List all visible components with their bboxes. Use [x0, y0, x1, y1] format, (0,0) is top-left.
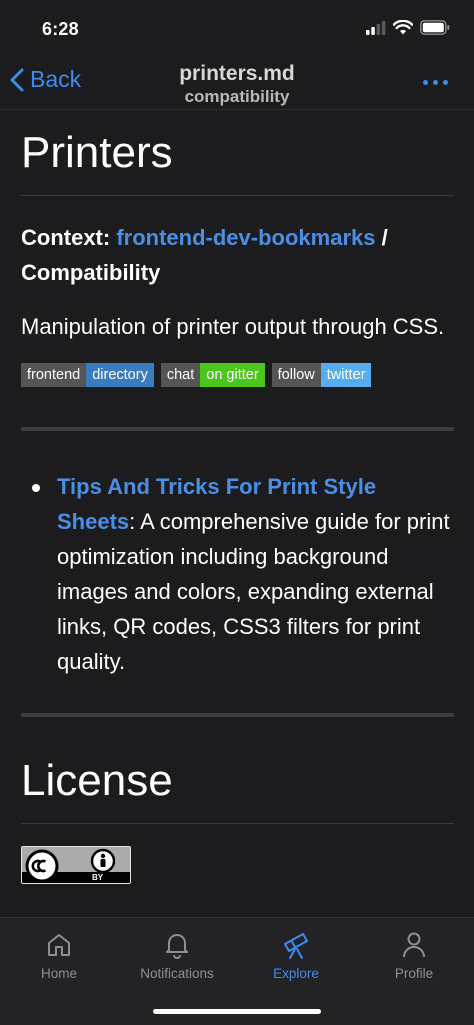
- nav-title-sub: compatibility: [184, 87, 290, 106]
- tab-profile[interactable]: Profile: [355, 928, 473, 981]
- badge-chat-gitter[interactable]: chat on gitter: [160, 363, 265, 387]
- nav-title-main: printers.md: [179, 62, 295, 85]
- description: Manipulation of printer output through C…: [21, 314, 445, 339]
- tab-notifications-label: Notifications: [140, 966, 214, 981]
- more-dot-icon: [423, 80, 428, 85]
- badge-right-label: on gitter: [200, 363, 265, 387]
- status-bar: 6:28: [0, 0, 474, 56]
- tab-explore-label: Explore: [273, 966, 319, 981]
- tab-home[interactable]: Home: [0, 928, 118, 981]
- context-link[interactable]: frontend-dev-bookmarks: [116, 225, 375, 250]
- nav-title: printers.md compatibility: [0, 61, 474, 107]
- home-icon: [48, 934, 70, 956]
- list-item: Tips And Tricks For Print Style Sheets: …: [32, 469, 454, 679]
- bookmark-list: Tips And Tricks For Print Style Sheets: …: [21, 469, 454, 679]
- badge-left-label: chat: [160, 363, 201, 387]
- wifi-icon: [393, 20, 413, 35]
- badge-frontend-directory[interactable]: frontend directory: [21, 363, 154, 387]
- bullet-icon: [32, 484, 40, 492]
- bell-icon: [166, 934, 188, 959]
- page-heading: Printers: [21, 129, 454, 196]
- badge-right-label: directory: [86, 363, 154, 387]
- cc-badge-label: BY: [92, 873, 104, 882]
- badge-left-label: follow: [271, 363, 321, 387]
- navigation-bar: Back printers.md compatibility: [0, 56, 474, 110]
- cc-license-badge[interactable]: BY: [21, 846, 131, 884]
- home-indicator[interactable]: [153, 1009, 321, 1014]
- badge-left-label: frontend: [21, 363, 87, 387]
- telescope-icon: [284, 933, 308, 959]
- more-options-button[interactable]: [423, 80, 448, 85]
- battery-icon: [420, 20, 450, 35]
- context-label: Context:: [21, 225, 111, 250]
- context-separator: /: [375, 225, 388, 250]
- markdown-content[interactable]: Printers Context: frontend-dev-bookmarks…: [21, 111, 454, 917]
- section-divider: [21, 427, 454, 431]
- badge-row: frontend directory chat on gitter follow…: [21, 363, 454, 387]
- context-line: Context: frontend-dev-bookmarks / Compat…: [21, 220, 454, 290]
- context-section: Compatibility: [21, 260, 161, 285]
- section-divider: [21, 713, 454, 717]
- screen: 6:28 Back printers.md compatibility Prin…: [0, 0, 474, 1025]
- more-dot-icon: [433, 80, 438, 85]
- status-icons: [366, 20, 450, 35]
- tab-notifications[interactable]: Notifications: [118, 928, 236, 981]
- tab-explore[interactable]: Explore: [237, 928, 355, 981]
- creative-commons-icon: [25, 849, 59, 883]
- badge-right-label: twitter: [320, 363, 372, 387]
- attribution-person-icon: [90, 848, 116, 874]
- license-heading: License: [21, 757, 454, 824]
- tab-profile-label: Profile: [394, 966, 434, 981]
- status-time: 6:28: [42, 19, 79, 39]
- badge-follow-twitter[interactable]: follow twitter: [271, 363, 372, 387]
- tab-home-label: Home: [40, 966, 77, 981]
- cellular-signal-icon: [366, 20, 386, 35]
- more-dot-icon: [443, 80, 448, 85]
- person-icon: [403, 932, 425, 958]
